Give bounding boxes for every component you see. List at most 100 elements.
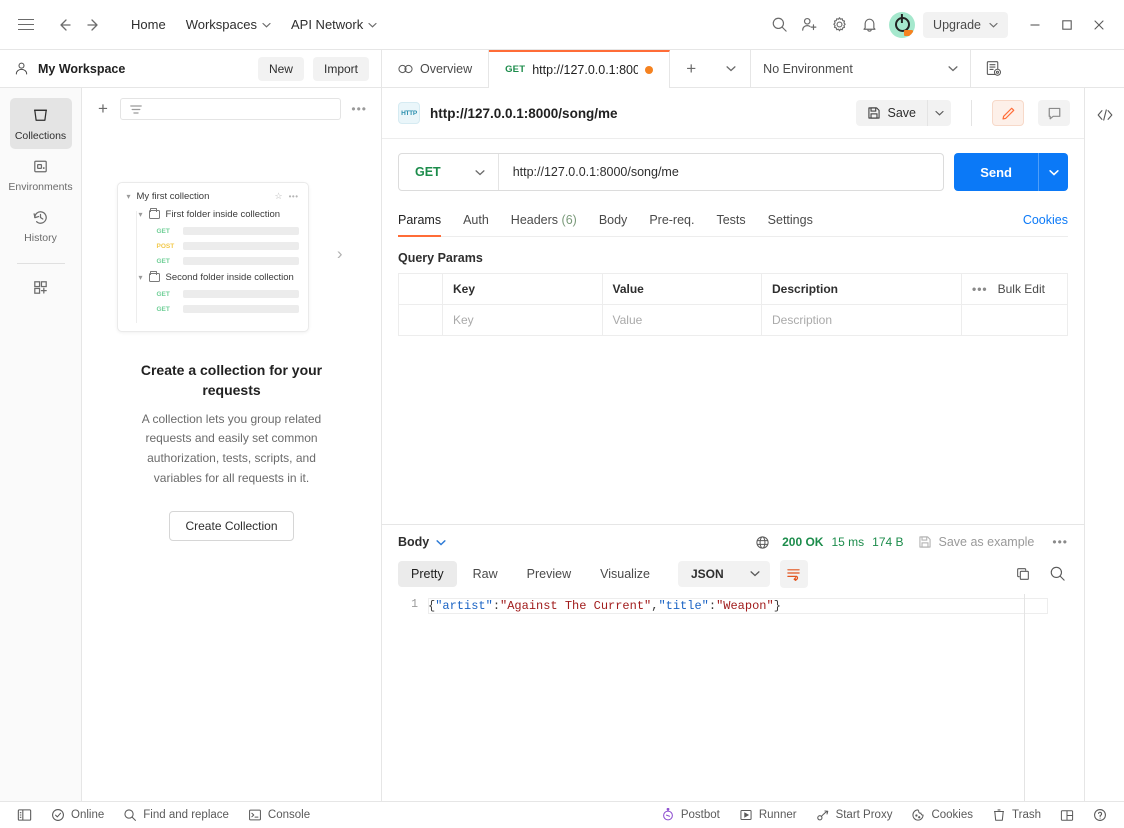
window-minimize-button[interactable]	[1020, 10, 1050, 40]
create-collection-button[interactable]: Create Collection	[169, 510, 294, 541]
tab-list-dropdown[interactable]	[712, 50, 752, 87]
new-tab-button[interactable]: +	[670, 50, 712, 87]
layout-toggle-button[interactable]	[1052, 806, 1082, 825]
view-tab-raw[interactable]: Raw	[460, 561, 511, 587]
request-header: HTTP http://127.0.0.1:8000/song/me Save	[382, 88, 1084, 139]
forward-button[interactable]	[80, 11, 108, 39]
runner-button[interactable]: Runner	[731, 805, 805, 825]
view-tab-pretty[interactable]: Pretty	[398, 560, 457, 587]
postbot-button[interactable]: Postbot	[653, 805, 728, 825]
save-as-example-button[interactable]: Save as example	[918, 535, 1035, 549]
copy-response-button[interactable]	[1010, 561, 1036, 587]
tab-body[interactable]: Body	[589, 207, 638, 236]
view-tab-visualize[interactable]: Visualize	[587, 561, 663, 587]
tab-params[interactable]: Params	[398, 207, 451, 237]
maximize-icon	[1062, 19, 1072, 30]
filter-icon	[130, 104, 142, 114]
table-more-options-button[interactable]: •••	[972, 282, 988, 296]
new-collection-plus-button[interactable]: +	[94, 99, 112, 119]
sidebar-filter-input[interactable]	[120, 98, 342, 120]
tab-headers-label: Headers	[510, 213, 559, 227]
tab-settings[interactable]: Settings	[758, 207, 823, 236]
search-button[interactable]	[765, 11, 793, 39]
rail-divider	[16, 263, 65, 264]
send-options-dropdown[interactable]	[1038, 153, 1068, 191]
hamburger-menu-icon[interactable]	[12, 11, 40, 39]
console-button[interactable]: Console	[240, 805, 318, 825]
tab-headers[interactable]: Headers (6)	[501, 207, 587, 236]
person-icon	[15, 62, 28, 75]
save-as-example-label: Save as example	[938, 535, 1035, 549]
window-close-button[interactable]	[1084, 10, 1114, 40]
tab-prerequest[interactable]: Pre-req.	[639, 207, 704, 236]
notifications-button[interactable]	[855, 11, 883, 39]
nav-api-network[interactable]: API Network	[282, 11, 386, 38]
comments-button[interactable]	[1038, 100, 1070, 126]
response-time: 15 ms	[831, 535, 865, 549]
sidebar-toggle-button[interactable]	[9, 805, 40, 825]
comment-icon	[1048, 107, 1060, 119]
tab-tests[interactable]: Tests	[706, 207, 755, 236]
tab-request-active[interactable]: GET http://127.0.0.1:8000/so	[489, 50, 671, 88]
row-description-cell[interactable]: Description	[761, 304, 962, 336]
globe-icon	[756, 535, 769, 549]
query-params-table: Key Value Description ••• Bulk Edit Key …	[398, 273, 1068, 336]
chevron-down-icon	[1048, 169, 1059, 176]
tab-overview-label: Overview	[420, 61, 473, 76]
sidebar-item-collections-label: Collections	[14, 130, 67, 142]
postbot-icon	[662, 808, 673, 821]
new-button[interactable]: New	[257, 56, 304, 81]
nav-home[interactable]: Home	[122, 11, 175, 38]
view-tab-preview[interactable]: Preview	[514, 561, 584, 587]
wrap-lines-icon	[787, 568, 800, 581]
layout-icon	[1060, 809, 1074, 821]
bulk-edit-button[interactable]: Bulk Edit	[998, 282, 1045, 296]
start-proxy-button[interactable]: Start Proxy	[808, 805, 901, 825]
tab-auth[interactable]: Auth	[453, 207, 499, 236]
save-options-dropdown[interactable]	[927, 100, 951, 126]
sidebar-item-environments[interactable]: Environments	[8, 149, 73, 200]
invite-button[interactable]	[795, 11, 823, 39]
environment-selector[interactable]: No Environment	[751, 50, 972, 87]
trash-button[interactable]: Trash	[984, 805, 1049, 825]
http-method-selector[interactable]: GET	[399, 154, 499, 190]
window-maximize-button[interactable]	[1052, 10, 1082, 40]
find-and-replace-button[interactable]: Find and replace	[115, 805, 237, 825]
response-json-body[interactable]: {"artist":"Against The Current","title":…	[428, 594, 1084, 802]
search-response-button[interactable]	[1044, 561, 1070, 587]
row-key-cell[interactable]: Key	[442, 304, 603, 336]
row-checkbox-cell[interactable]	[398, 304, 443, 336]
settings-button[interactable]	[825, 11, 853, 39]
response-format-selector[interactable]: JSON	[677, 560, 770, 587]
tab-params-label: Params	[398, 213, 442, 227]
import-button[interactable]: Import	[312, 56, 369, 81]
wrap-lines-button[interactable]	[779, 559, 808, 588]
tab-auth-label: Auth	[463, 213, 489, 227]
save-button[interactable]: Save	[855, 100, 927, 126]
json-value: "Weapon"	[716, 598, 774, 613]
code-snippet-button[interactable]	[1092, 102, 1118, 128]
status-online[interactable]: Online	[43, 805, 112, 825]
response-code-area[interactable]: 1 {"artist":"Against The Current","title…	[382, 593, 1084, 802]
sidebar-item-collections[interactable]: Collections	[9, 98, 72, 149]
response-more-options-button[interactable]: •••	[1050, 535, 1070, 549]
tab-overview[interactable]: Overview	[382, 50, 490, 87]
user-avatar[interactable]	[889, 11, 916, 38]
nav-workspaces[interactable]: Workspaces	[177, 11, 280, 38]
edit-mode-button[interactable]	[992, 100, 1024, 126]
cookies-link[interactable]: Cookies	[1023, 207, 1068, 236]
back-button[interactable]	[50, 11, 78, 39]
json-punct: :	[708, 598, 717, 613]
sidebar-item-history[interactable]: History	[10, 200, 72, 251]
row-value-cell[interactable]: Value	[602, 304, 762, 336]
cookies-button[interactable]: Cookies	[903, 805, 981, 825]
content-main: HTTP http://127.0.0.1:8000/song/me Save	[382, 88, 1084, 801]
help-button[interactable]	[1085, 805, 1115, 825]
add-apps-button[interactable]	[10, 270, 72, 304]
send-button[interactable]: Send	[954, 153, 1038, 191]
response-body-selector[interactable]: Body	[398, 535, 446, 549]
upgrade-button[interactable]: Upgrade	[923, 11, 1008, 38]
sidebar-more-options-button[interactable]: •••	[349, 102, 369, 116]
url-input[interactable]	[498, 154, 944, 190]
environment-quick-look-button[interactable]	[971, 50, 1015, 87]
